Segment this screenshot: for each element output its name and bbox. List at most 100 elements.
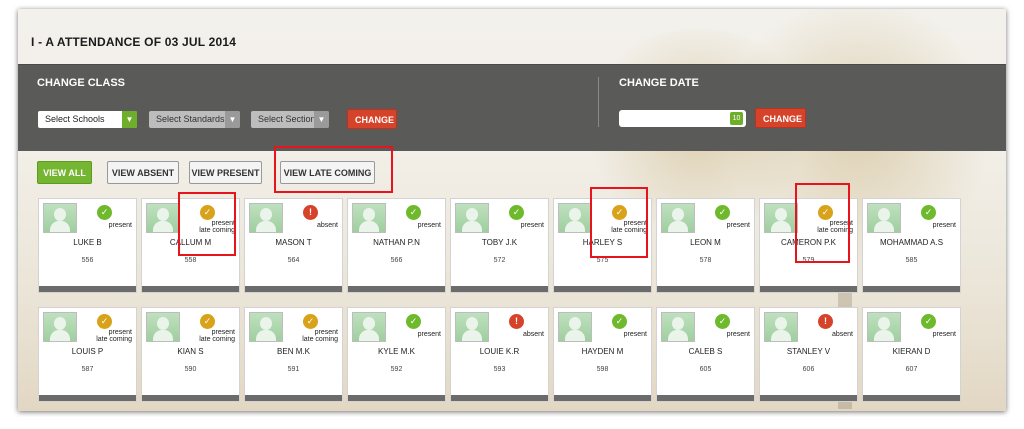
view-late-coming-button[interactable]: VIEW LATE COMING [280,161,375,184]
status-text: present [726,222,750,229]
student-name: BEN M.K [277,347,310,356]
late-check-icon: ✓ [97,314,112,329]
absent-icon: ! [303,205,318,220]
student-card[interactable]: ✓ present NATHAN P.N 566 [347,198,446,293]
student-card[interactable]: ✓ present TOBY J.K 572 [450,198,549,293]
card-footer-bar [451,286,548,292]
view-present-button[interactable]: VIEW PRESENT [189,161,262,184]
status-text: absent [316,222,338,229]
student-card[interactable]: ✓ present CALEB S 605 [656,307,755,402]
change-date-heading: CHANGE DATE [619,77,699,89]
student-name: LEON M [690,238,721,247]
student-roll-number: 579 [802,257,815,264]
calendar-icon[interactable]: 10 [730,112,743,125]
late-check-icon: ✓ [303,314,318,329]
status-present-label: present [108,329,132,336]
student-card[interactable]: ✓ present late coming BEN M.K 591 [244,307,343,402]
student-roll-number: 591 [287,366,300,373]
student-roll-number: 558 [184,257,197,264]
student-avatar [558,203,592,233]
student-avatar [146,312,180,342]
status-text: present [417,331,441,338]
card-footer-bar [657,286,754,292]
standard-select-value: Select Standards [156,114,225,124]
student-name: KIERAN D [892,347,931,356]
student-avatar [558,312,592,342]
view-absent-button[interactable]: VIEW ABSENT [107,161,179,184]
student-roll-number: 605 [699,366,712,373]
title-bar: I - A ATTENDANCE OF 03 JUL 2014 [18,9,1006,64]
student-roll-number: 593 [493,366,506,373]
status-late-label: late coming [611,227,647,234]
student-card[interactable]: ✓ present late coming CALLUM M 558 [141,198,240,293]
status-text: absent [522,331,544,338]
status-text: absent [831,331,853,338]
school-select-value: Select Schools [45,114,105,124]
card-footer-bar [451,395,548,401]
status-present-label: present [211,329,235,336]
late-check-icon: ✓ [200,314,215,329]
student-avatar [249,203,283,233]
student-name: HARLEY S [582,238,623,247]
student-avatar [661,203,695,233]
chevron-down-icon: ▼ [314,111,329,128]
card-footer-bar [657,395,754,401]
date-input[interactable]: 10 [619,110,746,127]
standard-select[interactable]: Select Standards ▼ [149,111,240,128]
section-select-value: Select Section [258,114,316,124]
change-date-button[interactable]: CHANGE [755,108,806,128]
student-roll-number: 607 [905,366,918,373]
student-avatar [764,203,798,233]
page-title: I - A ATTENDANCE OF 03 JUL 2014 [31,35,237,49]
student-roll-number: 606 [802,366,815,373]
student-card[interactable]: ✓ present LEON M 578 [656,198,755,293]
student-card[interactable]: ✓ present late coming LOUIS P 587 [38,307,137,402]
panel-divider [598,77,599,127]
status-late-label: late coming [817,227,853,234]
student-card[interactable]: ! absent LOUIE K.R 593 [450,307,549,402]
absent-icon: ! [818,314,833,329]
student-name: CALLUM M [169,238,212,247]
student-card[interactable]: ✓ present KYLE M.K 592 [347,307,446,402]
status-text: present [417,222,441,229]
view-all-button[interactable]: VIEW ALL [37,161,92,184]
change-class-button[interactable]: CHANGE [347,109,397,129]
student-card[interactable]: ✓ present KIERAN D 607 [862,307,961,402]
filter-panel: CHANGE CLASS Select Schools ▼ Select Sta… [18,64,1006,151]
status-text: present [932,222,956,229]
card-footer-bar [863,286,960,292]
status-late-label: late coming [302,336,338,343]
late-check-icon: ✓ [200,205,215,220]
card-footer-bar [863,395,960,401]
student-card[interactable]: ! absent STANLEY V 606 [759,307,858,402]
student-name: NATHAN P.N [373,238,420,247]
student-card[interactable]: ✓ present late coming CAMERON P.K 579 [759,198,858,293]
status-text: present late coming [817,220,853,234]
student-card[interactable]: ✓ present MOHAMMAD A.S 585 [862,198,961,293]
status-late-label: late coming [199,336,235,343]
student-name: HAYDEN M [581,347,624,356]
status-text: present [932,331,956,338]
student-name: CAMERON P.K [781,238,836,247]
present-check-icon: ✓ [715,205,730,220]
status-text: present [520,222,544,229]
school-select[interactable]: Select Schools ▼ [38,111,137,128]
student-card[interactable]: ! absent MASON T 564 [244,198,343,293]
student-card[interactable]: ✓ present late coming HARLEY S 575 [553,198,652,293]
status-text: present late coming [199,220,235,234]
student-card[interactable]: ✓ present late coming KIAN S 590 [141,307,240,402]
status-text: present [108,222,132,229]
section-select[interactable]: Select Section ▼ [251,111,329,128]
student-roll-number: 585 [905,257,918,264]
status-present-label: present [623,220,647,227]
card-footer-bar [348,395,445,401]
student-name: KYLE M.K [378,347,415,356]
student-avatar [43,312,77,342]
status-present-label: present [829,220,853,227]
card-footer-bar [554,395,651,401]
student-avatar [146,203,180,233]
student-avatar [352,203,386,233]
student-card[interactable]: ✓ present HAYDEN M 598 [553,307,652,402]
student-card[interactable]: ✓ present LUKE B 556 [38,198,137,293]
card-footer-bar [245,286,342,292]
